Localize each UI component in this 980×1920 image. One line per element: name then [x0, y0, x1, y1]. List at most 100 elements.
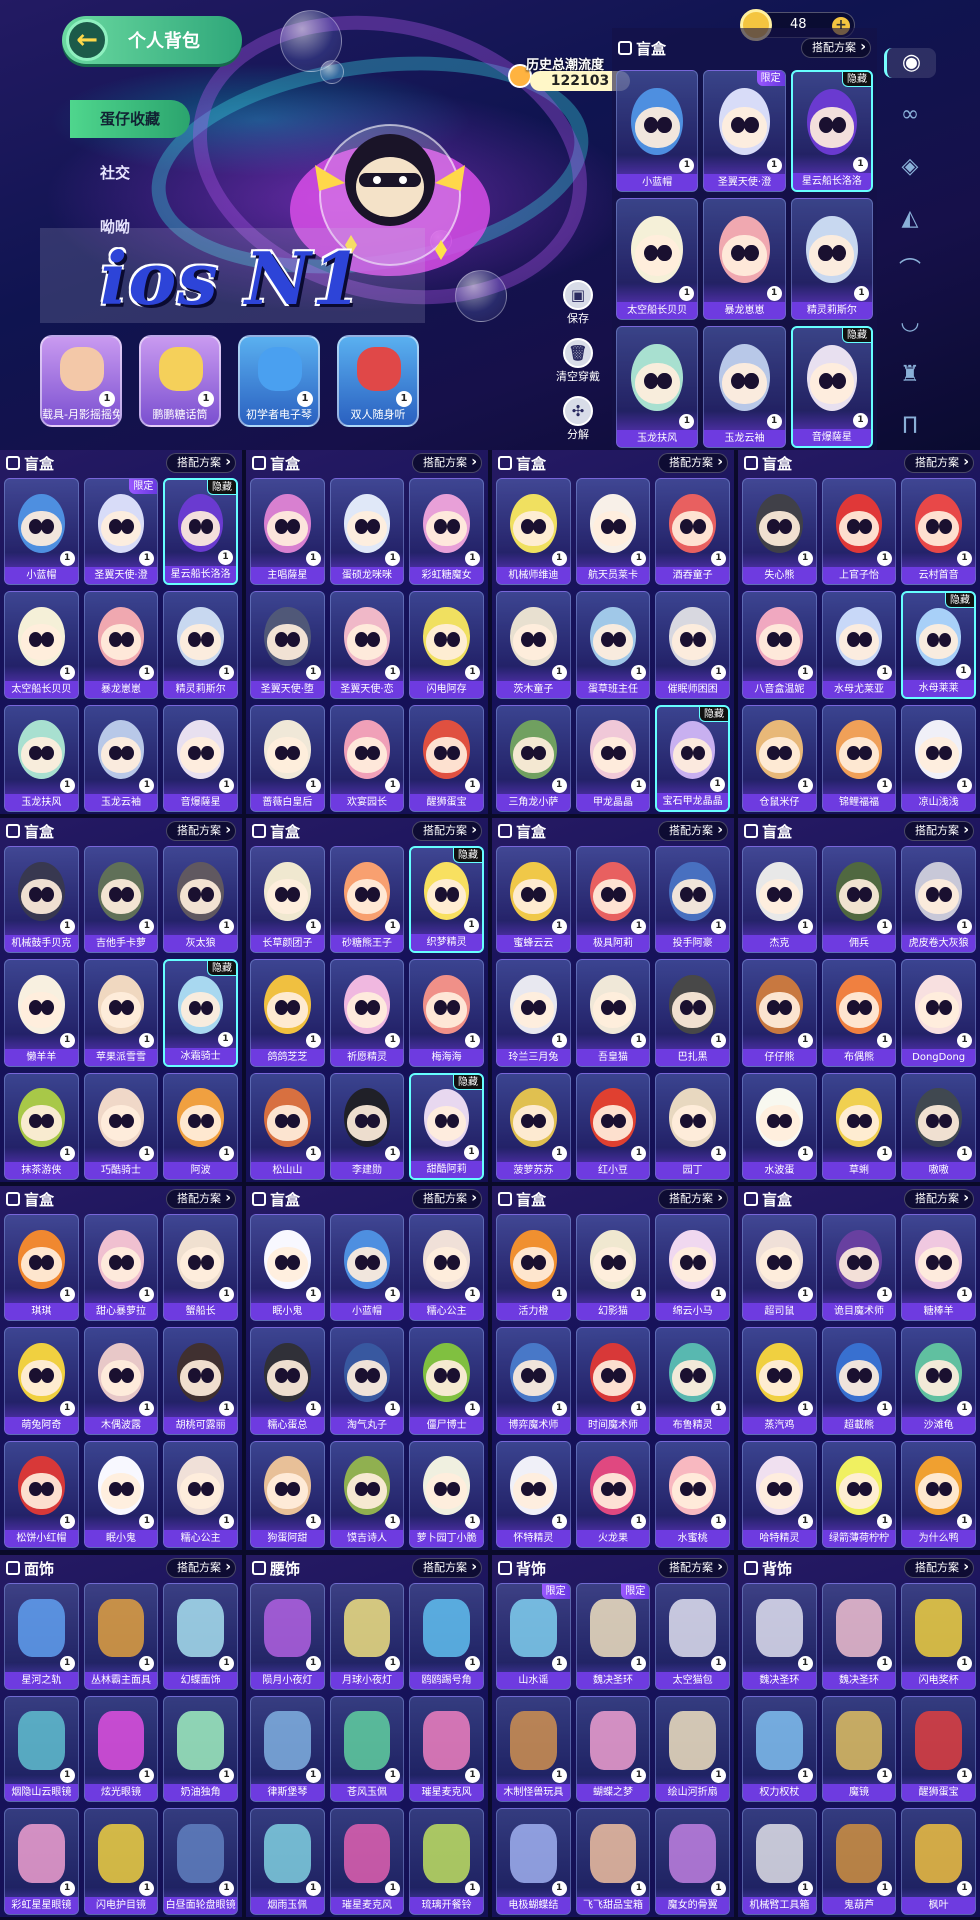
side-action-1[interactable]: 🗑 清空穿戴: [556, 338, 600, 384]
outfit-plan-button[interactable]: 搭配方案: [904, 453, 974, 473]
item-card[interactable]: 1 DongDong: [901, 959, 976, 1067]
item-card[interactable]: 1 云村首音: [901, 478, 976, 586]
item-card[interactable]: 1 超司鼠: [742, 1214, 817, 1322]
outfit-plan-button[interactable]: 搭配方案: [412, 821, 482, 841]
item-card[interactable]: 1 木制怪兽玩具: [496, 1695, 571, 1803]
item-card[interactable]: 1 精灵莉斯尔: [163, 591, 238, 699]
outfit-plan-button[interactable]: 搭配方案: [412, 453, 482, 473]
item-card[interactable]: 1 三角龙小萨: [496, 704, 571, 812]
item-card[interactable]: 1 玉龙扶风: [4, 704, 79, 812]
item-card[interactable]: 1 闪电奖杯: [901, 1583, 976, 1690]
item-card[interactable]: 1 蛋草班主任: [575, 591, 651, 699]
item-card[interactable]: 1 活力橙: [496, 1214, 571, 1322]
item-card[interactable]: 1 博弈魔术师: [496, 1327, 571, 1435]
item-card[interactable]: 1 太空猫包: [655, 1583, 730, 1690]
item-card[interactable]: 限定 1 圣翼天使·澄: [83, 478, 159, 586]
outfit-plan-button[interactable]: 搭配方案: [166, 1189, 236, 1209]
item-card[interactable]: 1 失心熊: [742, 478, 817, 586]
item-card[interactable]: 1 玉龙云袖: [83, 704, 159, 812]
item-card[interactable]: 1 糯心公主: [163, 1440, 238, 1548]
item-card[interactable]: 1 太空船长贝贝: [4, 591, 79, 699]
equipped-item[interactable]: 1 双人随身听: [337, 335, 419, 427]
item-card[interactable]: 限定 1 山水谣: [496, 1583, 571, 1690]
item-card[interactable]: 1 催眠师困困: [655, 591, 730, 699]
item-card[interactable]: 1 长草颜团子: [250, 846, 325, 954]
item-card[interactable]: 1 吉他手卡萝: [83, 846, 159, 954]
item-card[interactable]: 1 超載熊: [821, 1327, 897, 1435]
item-card[interactable]: 1 丛林霸主面具: [83, 1583, 159, 1690]
item-card[interactable]: 1 锦鲤福福: [821, 704, 897, 812]
item-card[interactable]: 1 为什么鸭: [901, 1440, 976, 1548]
item-card[interactable]: 1 欢宴园长: [329, 704, 405, 812]
item-card[interactable]: 1 魔女的骨翼: [655, 1808, 730, 1915]
item-card[interactable]: 1 炫光眼镜: [83, 1695, 159, 1803]
item-card[interactable]: 1 甲龙晶晶: [575, 704, 651, 812]
item-card[interactable]: 1 巴扎黑: [655, 959, 730, 1067]
glasses-icon[interactable]: ∞: [895, 100, 925, 130]
item-card[interactable]: 1 馍吉诗人: [329, 1440, 405, 1548]
item-card[interactable]: 1 萌兔阿奇: [4, 1327, 79, 1435]
item-card[interactable]: 1 烟隐山云眼镜: [4, 1695, 79, 1803]
item-card[interactable]: 1 茨木童子: [496, 591, 571, 699]
item-card[interactable]: 1 奶油独角: [163, 1695, 238, 1803]
item-card[interactable]: 1 木偶波露: [83, 1327, 159, 1435]
item-card[interactable]: 1 苍风玉佩: [329, 1695, 405, 1803]
item-card[interactable]: 1 菠萝苏苏: [496, 1072, 571, 1180]
outfit-plan-button[interactable]: 搭配方案: [412, 1558, 482, 1578]
item-card[interactable]: 隐藏 1 星云船长洛洛: [790, 70, 873, 192]
equipped-item[interactable]: 1 鹏鹏糖话筒: [139, 335, 221, 427]
item-card[interactable]: 1 圣翼天使·恋: [329, 591, 405, 699]
item-card[interactable]: 1 八音盒温妮: [742, 591, 817, 699]
item-card[interactable]: 1 蛋硕龙咪咪: [329, 478, 405, 586]
item-card[interactable]: 1 抹茶游侠: [4, 1072, 79, 1180]
item-card[interactable]: 1 红小豆: [575, 1072, 651, 1180]
item-card[interactable]: 隐藏 1 水母莱莱: [901, 591, 976, 699]
item-card[interactable]: 1 李建勋: [329, 1072, 405, 1180]
item-card[interactable]: 1 佣兵: [821, 846, 897, 954]
item-card[interactable]: 1 小蓝帽: [4, 478, 79, 586]
item-card[interactable]: 1 音爆薩星: [163, 704, 238, 812]
item-card[interactable]: 1 酒吞童子: [655, 478, 730, 586]
item-card[interactable]: 1 蔷薇白皇后: [250, 704, 325, 812]
item-card[interactable]: 1 凉山浅浅: [901, 704, 976, 812]
item-card[interactable]: 1 醒狮蛋宝: [409, 704, 484, 812]
item-card[interactable]: 1 鬼葫芦: [821, 1808, 897, 1915]
item-card[interactable]: 1 哈特精灵: [742, 1440, 817, 1548]
item-card[interactable]: 1 嗷嗷: [901, 1072, 976, 1180]
item-card[interactable]: 1 眠小鬼: [83, 1440, 159, 1548]
equipped-item[interactable]: 1 初学者电子琴: [238, 335, 320, 427]
item-card[interactable]: 1 布鲁精灵: [655, 1327, 730, 1435]
item-card[interactable]: 1 暴龙崽崽: [83, 591, 159, 699]
item-card[interactable]: 隐藏 1 织梦精灵: [409, 846, 484, 954]
tab-social[interactable]: 社交: [70, 154, 190, 192]
item-card[interactable]: 1 梅海海: [409, 959, 484, 1067]
tab-egg-collection[interactable]: 蛋仔收藏: [70, 100, 190, 138]
item-card[interactable]: 1 阿波: [163, 1072, 238, 1180]
face-icon[interactable]: ◈: [895, 152, 925, 182]
item-card[interactable]: 1 小蓝帽: [616, 70, 699, 192]
item-card[interactable]: 隐藏 1 冰霜骑士: [163, 959, 238, 1067]
item-card[interactable]: 1 权力权杖: [742, 1695, 817, 1803]
item-card[interactable]: 1 彩虹糖魔女: [409, 478, 484, 586]
item-card[interactable]: 1 园丁: [655, 1072, 730, 1180]
item-card[interactable]: 1 星河之轨: [4, 1583, 79, 1690]
item-card[interactable]: 1 彩虹星星眼镜: [4, 1808, 79, 1915]
item-card[interactable]: 限定 1 圣翼天使·澄: [703, 70, 786, 192]
item-card[interactable]: 1 时间魔术师: [575, 1327, 651, 1435]
item-card[interactable]: 隐藏 1 宝石甲龙晶晶: [655, 704, 730, 812]
item-card[interactable]: 1 甜心暴萝拉: [83, 1214, 159, 1322]
item-card[interactable]: 1 蝴蝶之梦: [575, 1695, 651, 1803]
item-card[interactable]: 1 精灵莉斯尔: [790, 198, 873, 320]
item-card[interactable]: 1 琪琪: [4, 1214, 79, 1322]
item-card[interactable]: 1 虎皮卷大灰狼: [901, 846, 976, 954]
item-card[interactable]: 1 萝卜园丁小脆: [409, 1440, 484, 1548]
outfit-plan-button[interactable]: 搭配方案: [658, 1558, 728, 1578]
item-card[interactable]: 1 上官子怡: [821, 478, 897, 586]
outfit-plan-button[interactable]: 搭配方案: [658, 1189, 728, 1209]
item-card[interactable]: 1 幻蝶面饰: [163, 1583, 238, 1690]
item-card[interactable]: 1 闪电阿存: [409, 591, 484, 699]
item-card[interactable]: 1 苹果派雪雪: [83, 959, 159, 1067]
item-card[interactable]: 1 水母尤莱亚: [821, 591, 897, 699]
item-card[interactable]: 1 绘山河折扇: [655, 1695, 730, 1803]
item-card[interactable]: 1 玉龙扶风: [616, 326, 699, 448]
